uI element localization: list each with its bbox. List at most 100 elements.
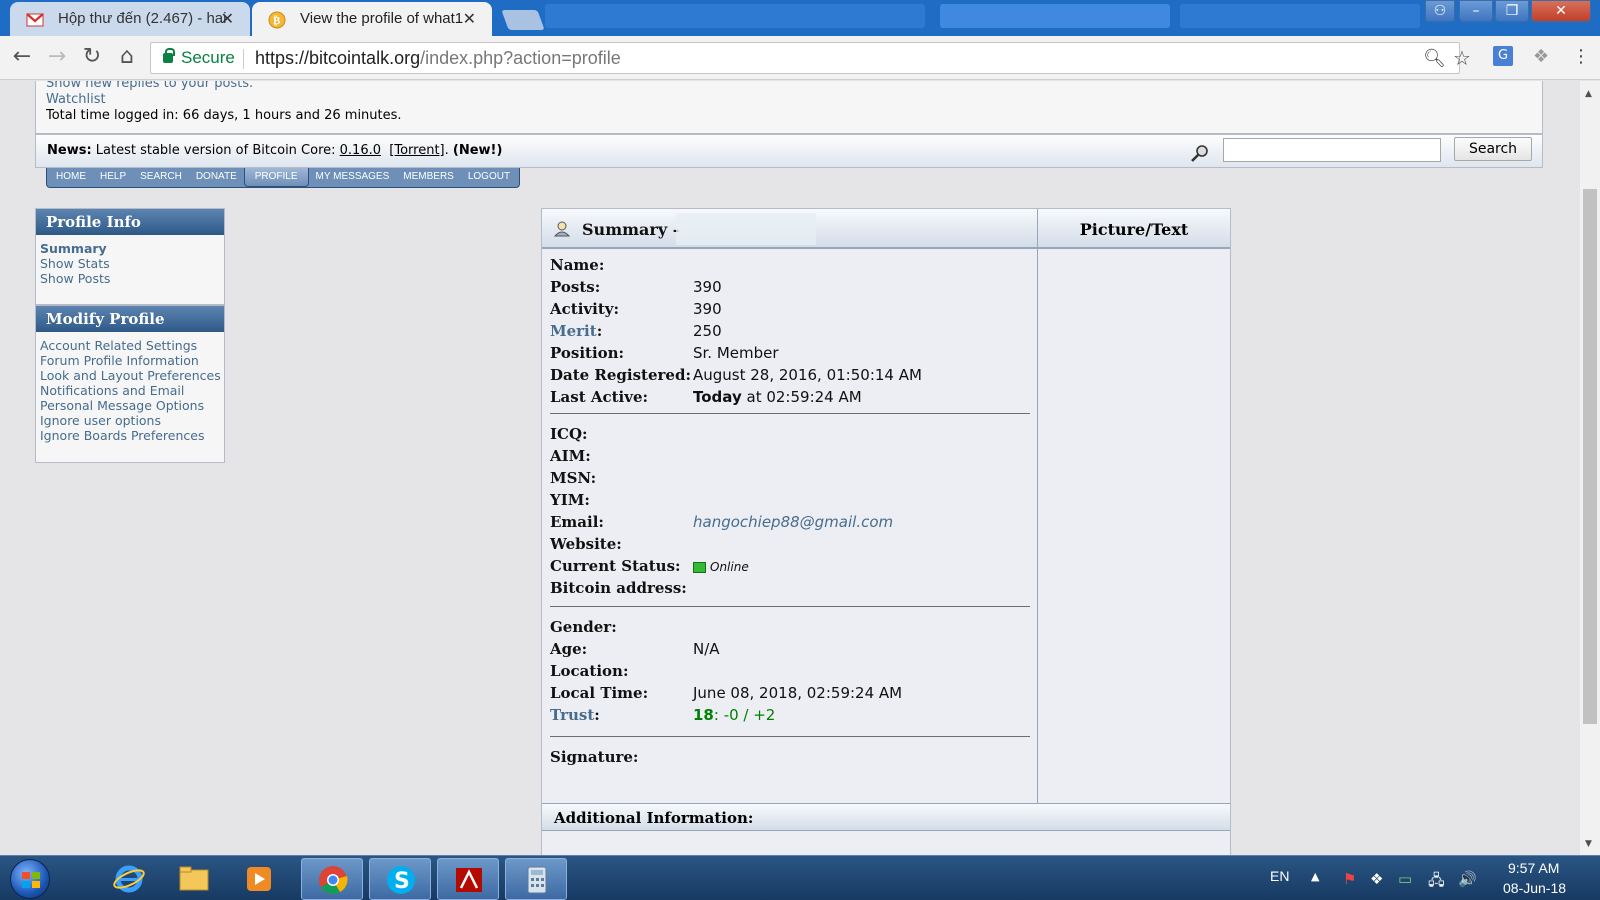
last-active-time: at 02:59:24 AM [741,388,862,406]
time-logged-text: Total time logged in: 66 days, 1 hours a… [46,108,402,123]
row-trust: Trust: 18: -0 / +2 [550,704,1030,726]
start-button[interactable] [10,859,50,899]
maximize-button[interactable]: ❐ [1495,0,1529,22]
clock-time[interactable]: 9:57 AM [1508,860,1559,876]
additional-information-header: Additional Information: [542,803,1230,831]
sidebar-item-summary[interactable]: Summary [40,241,220,256]
close-tab-icon[interactable]: ✕ [463,9,476,29]
url-path: /index.php?action=profile [420,48,621,68]
close-tab-icon[interactable]: ✕ [221,9,234,29]
menu-home[interactable]: HOME [49,168,93,187]
modify-profile-list: Account Related Settings Forum Profile I… [36,332,224,447]
email-link[interactable]: hangochiep88@gmail.com [693,513,893,531]
picture-text-header: Picture/Text [1037,209,1230,249]
volume-icon[interactable]: 🔊 [1458,870,1477,888]
background-window [1180,4,1420,28]
new-tab-button[interactable] [501,10,545,30]
row-current-status: Current Status: Online [550,555,1030,577]
language-indicator[interactable]: EN [1270,868,1289,884]
menu-profile[interactable]: PROFILE [243,168,309,187]
google-translate-icon[interactable]: G [1493,46,1513,66]
label-icq: ICQ: [550,425,588,443]
profile-info-list: Summary Show Stats Show Posts [36,235,224,290]
label-current-status: Current Status: [550,557,681,575]
sidebar-item-notifications[interactable]: Notifications and Email [40,383,220,398]
sidebar-item-ignore-boards[interactable]: Ignore Boards Preferences [40,428,220,443]
profile-summary-table: Summary - Picture/Text Name: Posts: 390 A… [541,208,1231,855]
torrent-link[interactable]: [Torrent] [389,143,444,158]
clock-date[interactable]: 08-Jun-18 [1503,880,1566,896]
search-button[interactable]: Search [1454,137,1532,161]
label-website: Website: [550,535,622,553]
merit-colon: : [596,322,603,340]
sidebar-item-show-stats[interactable]: Show Stats [40,256,220,271]
menu-search[interactable]: SEARCH [133,168,189,187]
divider [550,736,1030,737]
scroll-down-arrow-icon[interactable]: ▼ [1585,839,1592,849]
action-center-flag-icon[interactable]: ⚑ [1343,870,1356,888]
calculator-icon [527,866,547,894]
sidebar-item-account-settings[interactable]: Account Related Settings [40,338,220,353]
value-date-registered: August 28, 2016, 01:50:14 AM [693,366,922,384]
bitcoin-core-version-link[interactable]: 0.16.0 [340,143,381,158]
sidebar-item-forum-profile[interactable]: Forum Profile Information [40,353,220,368]
menu-donate[interactable]: DONATE [189,168,244,187]
minimize-button[interactable]: – [1459,0,1493,22]
forward-arrow-icon[interactable]: → [43,44,71,72]
network-icon[interactable]: 🖧 [1428,870,1445,895]
address-bar[interactable]: Secure https://bitcointalk.org/index.php… [150,42,1471,74]
scroll-up-arrow-icon[interactable]: ▲ [1585,89,1592,99]
trust-link[interactable]: Trust [550,706,594,724]
search-input[interactable] [1223,138,1441,162]
menu-icon[interactable]: ⋮ [1572,46,1590,67]
user-profile-icon[interactable]: ⚇ [1425,0,1455,22]
tab-profile[interactable]: ₿ View the profile of what1 ✕ [252,2,492,38]
menu-logout[interactable]: LOGOUT [461,168,517,187]
row-location: Location: [550,660,1030,682]
menu-members[interactable]: MEMBERS [396,168,461,187]
bookmark-star-icon[interactable]: ☆ [1453,46,1471,70]
taskbar-internet-explorer[interactable] [98,858,160,900]
sidebar-item-look-layout[interactable]: Look and Layout Preferences [40,368,221,383]
news-new-label: (New!) [452,143,503,158]
taskbar-file-explorer[interactable] [163,858,225,900]
sidebar-item-show-posts[interactable]: Show Posts [40,271,220,286]
url-text[interactable]: https://bitcointalk.org/index.php?action… [255,48,621,69]
show-hidden-icons-icon[interactable]: ▲ [1311,870,1319,883]
value-activity: 390 [693,300,722,318]
label-posts: Posts: [550,278,601,296]
taskbar-skype[interactable]: S [369,858,431,900]
main-menu-bar: HOME HELP SEARCH DONATE PROFILE MY MESSA… [46,168,521,188]
back-arrow-icon[interactable]: ← [8,44,36,72]
value-posts: 390 [693,278,722,296]
reload-icon[interactable]: ↻ [78,44,106,72]
taskbar-acrobat[interactable] [437,858,499,900]
menu-help[interactable]: HELP [93,168,133,187]
row-msn: MSN: [550,467,1030,489]
tab-title: Hộp thư đến (2.467) - hai [58,10,227,27]
taskbar-calculator[interactable] [505,858,567,900]
scrollbar-thumb[interactable] [1583,189,1597,724]
picture-text-column [1037,249,1230,803]
taskbar-media-player[interactable] [228,858,290,900]
taskbar-chrome[interactable] [301,858,363,900]
home-icon[interactable]: ⌂ [113,44,141,72]
dropbox-extension-icon[interactable]: ❖ [1533,46,1549,67]
watchlist-link[interactable]: Watchlist [46,92,1542,108]
profile-personal-info: Gender: Age: N/A Location: Local Time: Jun… [550,616,1030,726]
merit-link[interactable]: Merit [550,322,597,340]
dropbox-icon[interactable]: ❖ [1370,870,1383,888]
row-website: Website: [550,533,1030,555]
show-new-replies-link[interactable]: Show new replies to your posts. [46,81,1542,92]
menu-my-messages[interactable]: MY MESSAGES [309,168,397,187]
tab-gmail[interactable]: Hộp thư đến (2.467) - hai ✕ [10,2,250,38]
power-icon[interactable]: ▭ [1398,870,1412,888]
zoom-icon[interactable]: 🔍︎ [1423,48,1446,69]
sidebar-item-ignore-users[interactable]: Ignore user options [40,413,220,428]
row-aim: AIM: [550,445,1030,467]
trust-score: 18 [693,706,714,724]
close-window-button[interactable]: ✕ [1531,0,1591,22]
sidebar-item-pm-options[interactable]: Personal Message Options [40,398,220,413]
value-last-active: Today at 02:59:24 AM [693,388,862,406]
page-scrollbar[interactable]: ▲ ▼ [1580,81,1600,855]
